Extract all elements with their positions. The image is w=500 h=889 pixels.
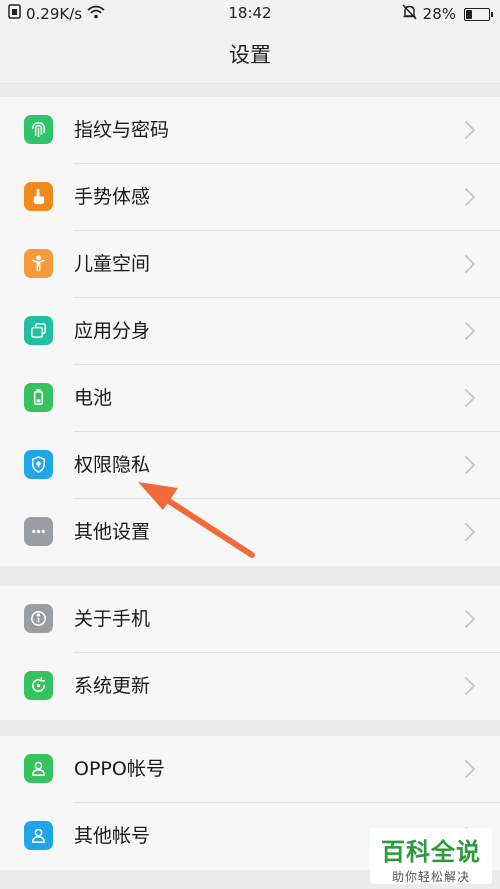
settings-item[interactable]: OPPO帐号	[0, 736, 500, 803]
settings-item[interactable]: 应用分身	[0, 298, 500, 365]
chevron-right-icon	[464, 254, 476, 274]
watermark-subtitle: 助你轻松解决	[391, 870, 470, 884]
chevron-right-icon	[464, 187, 476, 207]
chevron-right-icon	[464, 522, 476, 542]
settings-item[interactable]: 指纹与密码	[0, 97, 500, 164]
child-icon	[24, 249, 53, 278]
status-bar: 0.29K/s 18:42 28%	[0, 0, 500, 28]
shield-icon	[24, 450, 53, 479]
chevron-right-icon	[464, 759, 476, 779]
chevron-right-icon	[464, 455, 476, 475]
settings-group-personal: 指纹与密码手势体感儿童空间应用分身电池权限隐私其他设置	[0, 97, 500, 566]
settings-item-label: 权限隐私	[74, 454, 151, 476]
info-icon	[24, 604, 53, 633]
settings-item[interactable]: 关于手机	[0, 586, 500, 653]
settings-item-label: 手势体感	[74, 186, 151, 208]
user-icon	[24, 821, 53, 850]
settings-item[interactable]: 权限隐私	[0, 432, 500, 499]
watermark-logo: 百科全说 助你轻松解决	[370, 828, 492, 884]
battery-icon	[24, 383, 53, 412]
alarm-muted-icon	[402, 4, 417, 24]
chevron-right-icon	[464, 609, 476, 629]
chevron-right-icon	[464, 388, 476, 408]
chevron-right-icon	[464, 321, 476, 341]
settings-item-label: 其他帐号	[74, 825, 151, 847]
fingerprint-icon	[24, 115, 53, 144]
settings-item[interactable]: 儿童空间	[0, 231, 500, 298]
watermark-title: 百科全说	[381, 838, 481, 866]
settings-item-label: 应用分身	[74, 320, 151, 342]
page-title: 设置	[0, 28, 500, 84]
chevron-right-icon	[464, 120, 476, 140]
settings-item-label: 关于手机	[74, 608, 151, 630]
settings-item-label: 儿童空间	[74, 253, 151, 275]
settings-item[interactable]: 其他设置	[0, 499, 500, 566]
settings-item[interactable]: 电池	[0, 365, 500, 432]
settings-item-label: 指纹与密码	[74, 119, 170, 141]
settings-item-label: 其他设置	[74, 521, 151, 543]
update-icon	[24, 671, 53, 700]
battery-icon	[464, 7, 493, 21]
battery-percent: 28%	[422, 5, 456, 23]
settings-item-label: OPPO帐号	[74, 758, 165, 780]
settings-group-system: 关于手机 系统更新	[0, 586, 500, 720]
user-icon	[24, 754, 53, 783]
settings-item-label: 电池	[74, 387, 113, 409]
settings-item[interactable]: 系统更新	[0, 653, 500, 720]
settings-item-label: 系统更新	[74, 675, 151, 697]
gesture-hand-icon	[24, 182, 53, 211]
more-dots-icon	[24, 517, 53, 546]
settings-item[interactable]: 手势体感	[0, 164, 500, 231]
chevron-right-icon	[464, 676, 476, 696]
app-clone-icon	[24, 316, 53, 345]
